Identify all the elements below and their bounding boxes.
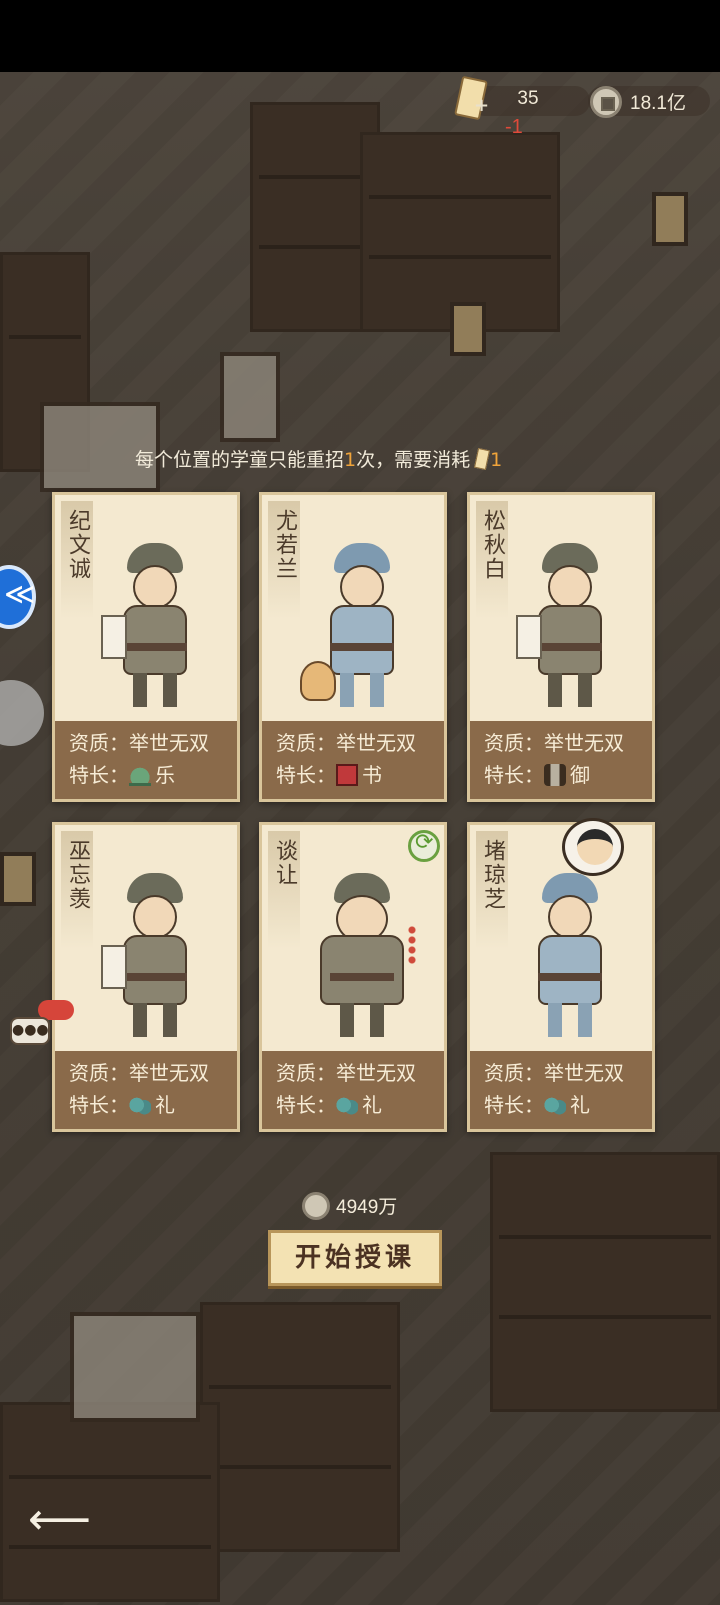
skill-value: 礼 <box>570 1093 590 1117</box>
back-arrow-icon[interactable]: ⟵ <box>28 1498 91 1544</box>
student-name: 堵琼芝 <box>480 839 505 911</box>
notice-middle: 次，需要消耗 <box>356 449 471 471</box>
ritual-vessel-icon <box>336 1094 358 1116</box>
skill-label: 特长： <box>484 1093 544 1117</box>
quality-label: 资质： <box>484 731 544 755</box>
quality-value: 举世无双 <box>336 731 416 755</box>
student-card[interactable]: 纪文诚 资质：举世无双 特长： 乐 <box>52 492 240 802</box>
add-ticket-icon[interactable]: + <box>474 95 489 116</box>
candied-haws <box>408 925 416 965</box>
student-name: 松秋白 <box>480 509 505 581</box>
student-info: 资质：举世无双 特长： 御 <box>470 721 652 799</box>
status-bar <box>0 0 720 72</box>
skill-label: 特长： <box>69 763 129 787</box>
skill-label: 特长： <box>69 1093 129 1117</box>
pet-fox <box>300 661 336 701</box>
notice-prefix: 每个位置的学童只能重招 <box>135 449 345 471</box>
student-name: 尤若兰 <box>272 509 297 581</box>
student-portrait <box>316 873 406 1043</box>
ritual-vessel-icon <box>544 1094 566 1116</box>
quality-value: 举世无双 <box>129 1061 209 1085</box>
reins-icon <box>544 764 566 786</box>
coin-icon <box>590 86 622 118</box>
ritual-vessel-icon <box>129 1094 151 1116</box>
student-info: 资质：举世无双 特长： 礼 <box>470 1051 652 1129</box>
student-card[interactable]: 谈让 资质：举世无双 特长： 礼 <box>259 822 447 1132</box>
quality-label: 资质： <box>276 731 336 755</box>
quality-label: 资质： <box>276 1061 336 1085</box>
student-info: 资质：举世无双 特长： 礼 <box>262 1051 444 1129</box>
ticket-change: -1 <box>505 116 523 138</box>
student-card[interactable]: 尤若兰 资质：举世无双 特长： 书 <box>259 492 447 802</box>
laughing-face-icon <box>577 829 613 865</box>
speech-bubble <box>562 818 624 876</box>
student-portrait <box>101 873 199 1043</box>
student-name: 巫忘羡 <box>65 839 90 911</box>
recruit-notice: 每个位置的学童只能重招1次，需要消耗 1 <box>135 445 595 473</box>
coin-icon <box>302 1192 330 1220</box>
coin-count: 18.1亿 <box>630 93 686 114</box>
bell-icon <box>129 764 151 786</box>
book-icon <box>336 764 358 786</box>
student-name: 谈让 <box>272 839 297 887</box>
quality-label: 资质： <box>69 1061 129 1085</box>
quality-value: 举世无双 <box>544 1061 624 1085</box>
student-info: 资质：举世无双 特长： 乐 <box>55 721 237 799</box>
skill-label: 特长： <box>276 1093 336 1117</box>
lesson-cost: 4949万 <box>302 1192 397 1222</box>
notice-count: 1 <box>344 449 357 471</box>
refresh-icon[interactable] <box>408 830 440 862</box>
skill-value: 乐 <box>155 763 175 787</box>
skill-value: 礼 <box>155 1093 175 1117</box>
skill-label: 特长： <box>276 763 336 787</box>
chat-icon[interactable]: ●●● <box>10 1017 50 1045</box>
skill-label: 特长： <box>484 763 544 787</box>
quality-value: 举世无双 <box>129 731 209 755</box>
student-info: 资质：举世无双 特长： 书 <box>262 721 444 799</box>
student-portrait <box>101 543 199 713</box>
quality-value: 举世无双 <box>544 731 624 755</box>
skill-value: 书 <box>362 763 382 787</box>
student-portrait <box>516 543 614 713</box>
start-lesson-button[interactable]: 开始授课 <box>268 1230 442 1286</box>
quality-label: 资质： <box>484 1061 544 1085</box>
student-portrait <box>524 873 614 1043</box>
notice-cost: 1 <box>490 449 503 471</box>
student-card[interactable]: 堵琼芝 资质：举世无双 特长： 礼 <box>467 822 655 1132</box>
skill-value: 礼 <box>362 1093 382 1117</box>
student-name: 纪文诚 <box>65 509 90 581</box>
skill-value: 御 <box>570 763 590 787</box>
ticket-count: 35 <box>517 88 539 109</box>
student-card[interactable]: 松秋白 资质：举世无双 特长： 御 <box>467 492 655 802</box>
quality-value: 举世无双 <box>336 1061 416 1085</box>
student-info: 资质：举世无双 特长： 礼 <box>55 1051 237 1129</box>
cost-value: 4949万 <box>336 1197 398 1218</box>
ticket-icon <box>474 447 491 471</box>
quality-label: 资质： <box>69 731 129 755</box>
student-card[interactable]: 巫忘羡 资质：举世无双 特长： 礼 <box>52 822 240 1132</box>
